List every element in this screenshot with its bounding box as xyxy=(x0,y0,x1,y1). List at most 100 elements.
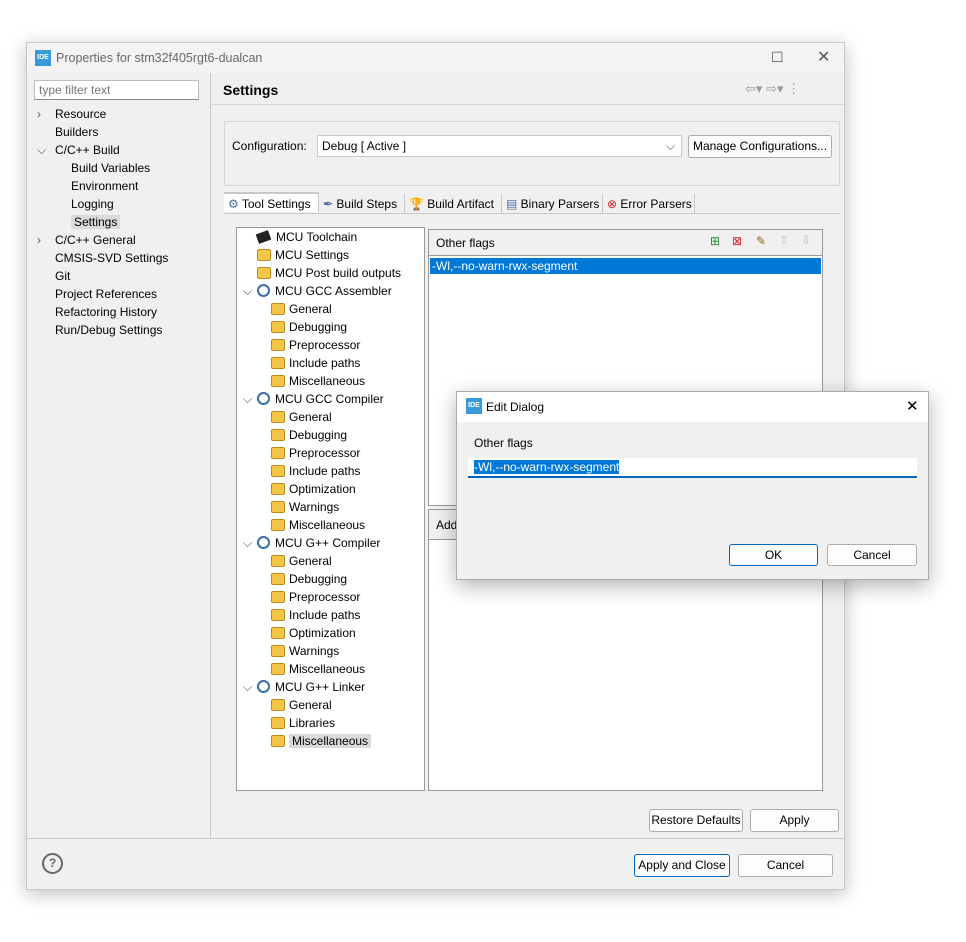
tool-tree-item[interactable]: Include paths xyxy=(271,462,360,480)
tool-tree-item[interactable]: Include paths xyxy=(271,606,360,624)
nav-item[interactable]: Refactoring History xyxy=(37,303,157,321)
tool-tree-item[interactable]: Miscellaneous xyxy=(271,516,365,534)
tool-tree-item[interactable]: ⌵ MCU GCC Compiler xyxy=(243,390,384,408)
dialog-ok-button[interactable]: OK xyxy=(729,544,818,566)
delete-icon[interactable]: ⊠ xyxy=(732,234,742,248)
divider xyxy=(27,838,844,839)
nav-item[interactable]: Run/Debug Settings xyxy=(37,321,162,339)
chevron-down-icon[interactable]: ⌵ xyxy=(243,282,257,300)
tool-tree-item[interactable]: Libraries xyxy=(271,714,335,732)
restore-defaults-button[interactable]: Restore Defaults xyxy=(649,809,743,832)
tool-tree-item[interactable]: Preprocessor xyxy=(271,336,360,354)
tool-tree-item[interactable]: General xyxy=(271,408,332,426)
tool-tree-item[interactable]: Debugging xyxy=(271,570,347,588)
chevron-down-icon: ⌵ xyxy=(665,139,675,153)
folder-icon xyxy=(257,249,271,261)
cancel-button[interactable]: Cancel xyxy=(738,854,833,877)
configuration-select[interactable]: Debug [ Active ] ⌵ xyxy=(317,135,682,157)
nav-item-label: Run/Debug Settings xyxy=(55,323,163,337)
tool-tree-item[interactable]: Miscellaneous xyxy=(271,660,365,678)
tool-tree-item[interactable]: MCU Post build outputs xyxy=(243,264,401,282)
tab-binary-parsers[interactable]: ▤ Binary Parsers xyxy=(502,194,603,214)
nav-item[interactable]: ⌵ C/C++ Build xyxy=(37,141,120,159)
tool-settings-tree: MCU Toolchain MCU Settings MCU Post build … xyxy=(236,227,425,791)
tool-tree-item[interactable]: General xyxy=(271,300,332,318)
tab-build-artifact[interactable]: 🏆 Build Artifact xyxy=(405,194,502,214)
folder-icon xyxy=(271,483,285,495)
add-icon[interactable]: ⊞ xyxy=(710,234,720,248)
back-icon[interactable]: ⇦▾ xyxy=(745,81,762,96)
menu-icon[interactable]: ⋮ xyxy=(787,81,800,96)
close-button[interactable]: ✕ xyxy=(817,47,830,67)
tool-tree-item[interactable]: Warnings xyxy=(271,642,339,660)
tool-tree-item[interactable]: Warnings xyxy=(271,498,339,516)
tool-tree-item[interactable]: Preprocessor xyxy=(271,444,360,462)
chevron-down-icon[interactable]: ⌵ xyxy=(243,678,257,696)
chevron-right-icon[interactable]: › xyxy=(37,231,55,249)
nav-item[interactable]: Environment xyxy=(71,177,138,195)
nav-item[interactable]: Build Variables xyxy=(71,159,150,177)
divider xyxy=(211,104,845,105)
dialog-field-label: Other flags xyxy=(474,436,533,450)
history-nav: ⇦▾ ⇨▾ ⋮ xyxy=(745,81,800,97)
tool-tree-label: Include paths xyxy=(289,356,361,370)
tool-tree-item[interactable]: Include paths xyxy=(271,354,360,372)
tool-tree-item[interactable]: ⌵ MCU G++ Linker xyxy=(243,678,365,696)
nav-item[interactable]: Settings xyxy=(71,213,121,231)
tool-tree-item[interactable]: General xyxy=(271,552,332,570)
edit-icon[interactable]: ✎ xyxy=(756,234,766,248)
tool-tree-label: General xyxy=(289,698,332,712)
nav-item[interactable]: Builders xyxy=(37,123,98,141)
folder-icon xyxy=(271,303,285,315)
forward-icon[interactable]: ⇨▾ xyxy=(766,81,783,96)
move-down-icon[interactable]: ⇩ xyxy=(801,233,811,247)
nav-item[interactable]: Git xyxy=(37,267,70,285)
tool-tree-label: MCU GCC Assembler xyxy=(275,284,392,298)
dialog-cancel-button[interactable]: Cancel xyxy=(827,544,917,566)
tool-tree-item[interactable]: General xyxy=(271,696,332,714)
tool-tree-label: MCU Toolchain xyxy=(276,230,358,244)
tool-tree-item[interactable]: Preprocessor xyxy=(271,588,360,606)
chevron-down-icon[interactable]: ⌵ xyxy=(243,534,257,552)
tab-error-parsers[interactable]: ⊗ Error Parsers xyxy=(603,194,695,214)
tool-tree-item[interactable]: ⌵ MCU GCC Assembler xyxy=(243,282,392,300)
tool-tree-label: General xyxy=(289,302,332,316)
tool-tree-item[interactable]: Miscellaneous xyxy=(271,372,365,390)
move-up-icon[interactable]: ⇧ xyxy=(779,233,789,247)
other-flags-header: Other flags ⊞ ⊠ ✎ ⇧ ⇩ xyxy=(429,230,822,256)
nav-item[interactable]: Logging xyxy=(71,195,114,213)
tool-tree-item[interactable]: MCU Toolchain xyxy=(243,228,357,246)
tool-tree-label: Preprocessor xyxy=(289,590,361,604)
chevron-down-icon[interactable]: ⌵ xyxy=(37,141,55,159)
nav-item[interactable]: › Resource xyxy=(37,105,106,123)
dialog-close-button[interactable]: ✕ xyxy=(906,397,919,415)
manage-configurations-button[interactable]: Manage Configurations... xyxy=(688,135,832,158)
folder-icon xyxy=(257,267,271,279)
apply-button[interactable]: Apply xyxy=(750,809,839,832)
tool-tree-item[interactable]: Miscellaneous xyxy=(271,732,372,750)
error-icon: ⊗ xyxy=(607,197,621,211)
maximize-button[interactable]: ☐ xyxy=(771,49,784,66)
help-icon[interactable]: ? xyxy=(42,853,63,874)
flag-list-item[interactable]: -Wl,--no-warn-rwx-segment xyxy=(430,258,821,274)
apply-and-close-button[interactable]: Apply and Close xyxy=(634,854,730,877)
chevron-right-icon[interactable]: › xyxy=(37,105,55,123)
tab-build-steps[interactable]: ✒ Build Steps xyxy=(319,194,405,214)
tool-tree-item[interactable]: Optimization xyxy=(271,480,356,498)
tool-tree-item[interactable]: MCU Settings xyxy=(243,246,349,264)
nav-item[interactable]: › C/C++ General xyxy=(37,231,136,249)
tool-tree-item[interactable]: ⌵ MCU G++ Compiler xyxy=(243,534,380,552)
nav-item[interactable]: CMSIS-SVD Settings xyxy=(37,249,168,267)
filter-input[interactable] xyxy=(34,80,199,100)
folder-icon xyxy=(271,555,285,567)
edit-dialog: IDE Edit Dialog ✕ Other flags -Wl,--no-w… xyxy=(456,391,929,580)
flag-value-input[interactable]: -Wl,--no-warn-rwx-segment xyxy=(468,458,917,478)
tool-tree-item[interactable]: Optimization xyxy=(271,624,356,642)
tool-tree-item[interactable]: Debugging xyxy=(271,318,347,336)
nav-item[interactable]: Project References xyxy=(37,285,157,303)
chevron-down-icon[interactable]: ⌵ xyxy=(243,390,257,408)
tab-tool-settings[interactable]: ⚙ Tool Settings xyxy=(224,192,319,212)
folder-icon xyxy=(271,321,285,333)
folder-icon xyxy=(271,501,285,513)
tool-tree-item[interactable]: Debugging xyxy=(271,426,347,444)
